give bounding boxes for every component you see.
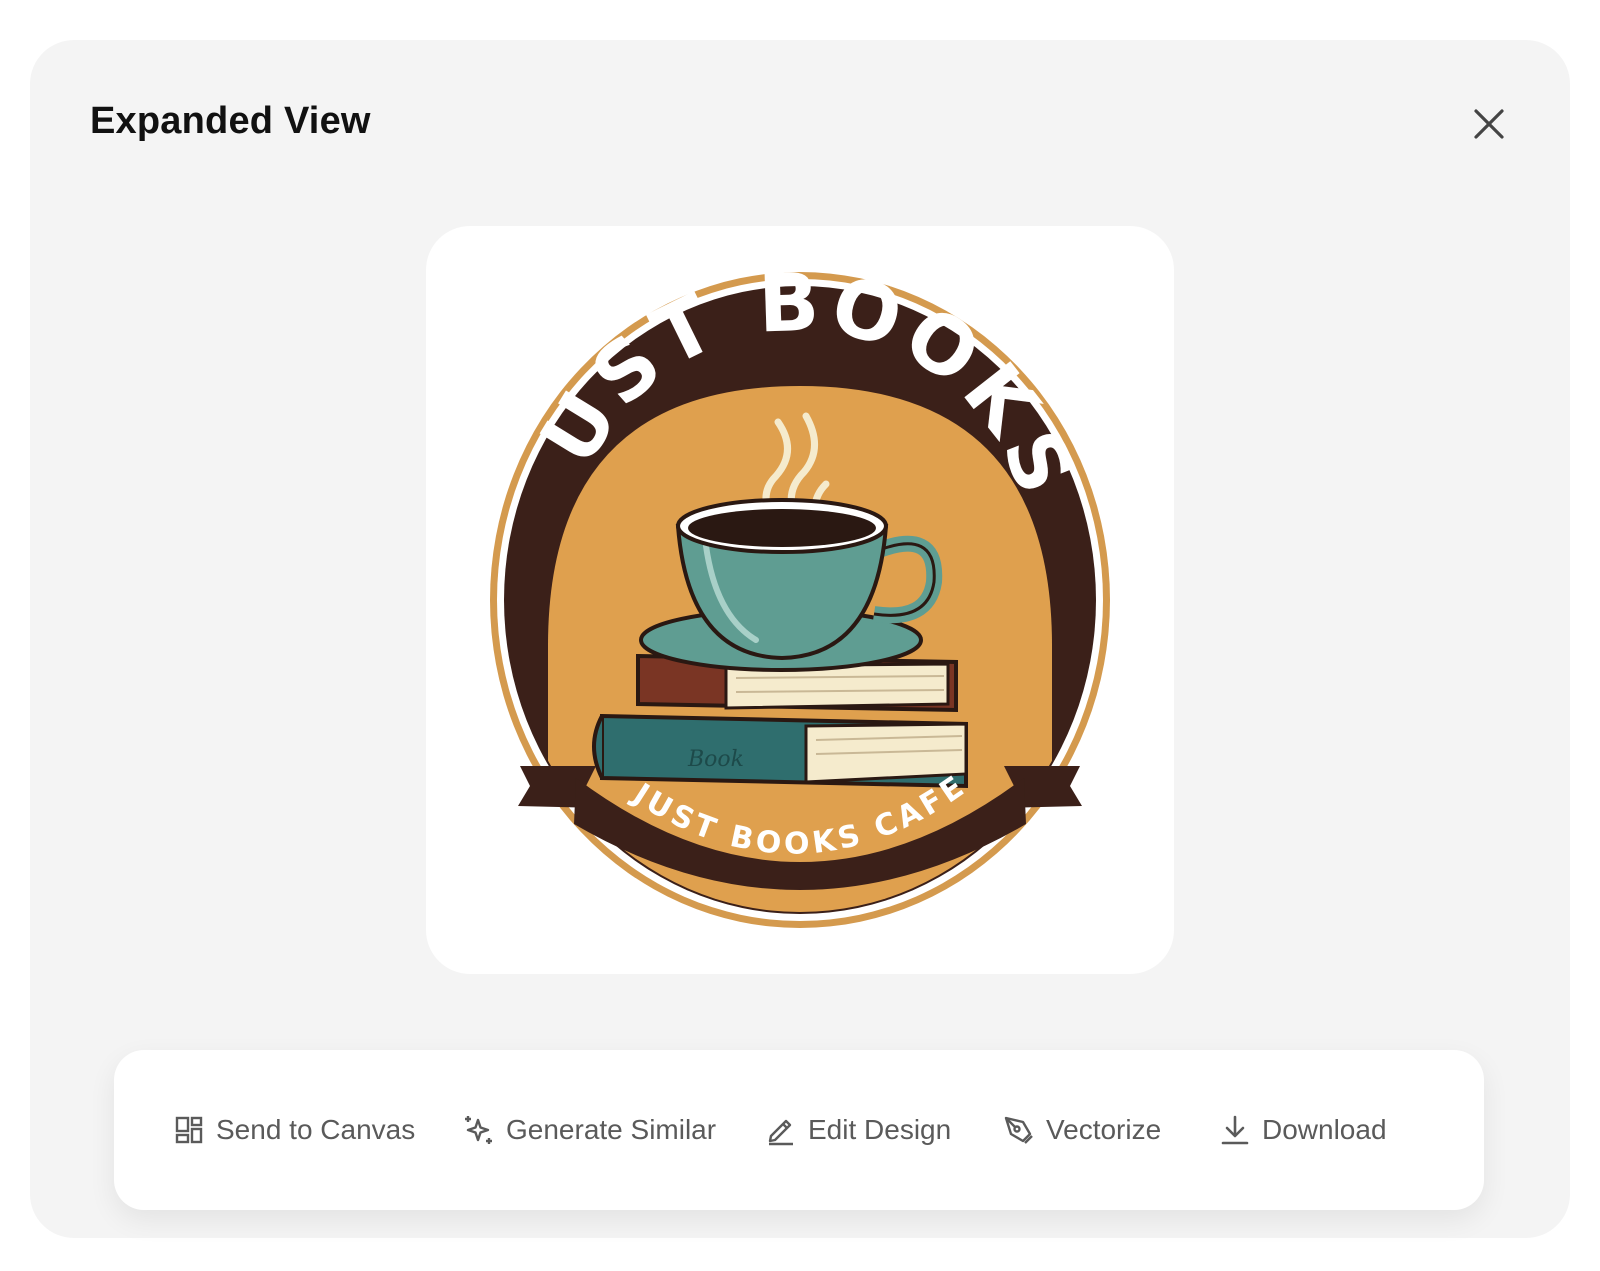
send-to-canvas-button[interactable]: Send to Canvas <box>172 1050 415 1210</box>
download-icon <box>1218 1113 1252 1147</box>
vectorize-button[interactable]: Vectorize <box>1002 1050 1161 1210</box>
generated-image-card: JUST BOOKS Book <box>426 226 1174 974</box>
action-toolbar: Send to Canvas Generate Similar Edit Des… <box>114 1050 1484 1210</box>
edit-design-button[interactable]: Edit Design <box>764 1050 951 1210</box>
edit-design-label: Edit Design <box>808 1114 952 1145</box>
download-button[interactable]: Download <box>1218 1050 1387 1210</box>
download-label: Download <box>1262 1114 1387 1145</box>
close-icon <box>1474 109 1504 139</box>
sparkles-icon <box>462 1113 496 1147</box>
vectorize-label: Vectorize <box>1046 1114 1162 1145</box>
layout-grid-icon <box>172 1113 206 1147</box>
close-button[interactable] <box>1465 100 1513 148</box>
send-to-canvas-label: Send to Canvas <box>216 1114 416 1145</box>
modal-title: Expanded View <box>90 100 371 142</box>
pencil-icon <box>764 1113 798 1147</box>
generate-similar-label: Generate Similar <box>506 1114 717 1145</box>
generate-similar-button[interactable]: Generate Similar <box>462 1050 716 1210</box>
book-spine-text: Book <box>687 747 744 772</box>
pen-tool-icon <box>1002 1113 1036 1147</box>
expanded-view-modal: Expanded View UST BOOKS Book JUST BOOKS … <box>30 40 1570 1238</box>
bottom-book: Book <box>592 713 968 789</box>
cafe-logo-image: JUST BOOKS Book <box>426 226 1110 928</box>
